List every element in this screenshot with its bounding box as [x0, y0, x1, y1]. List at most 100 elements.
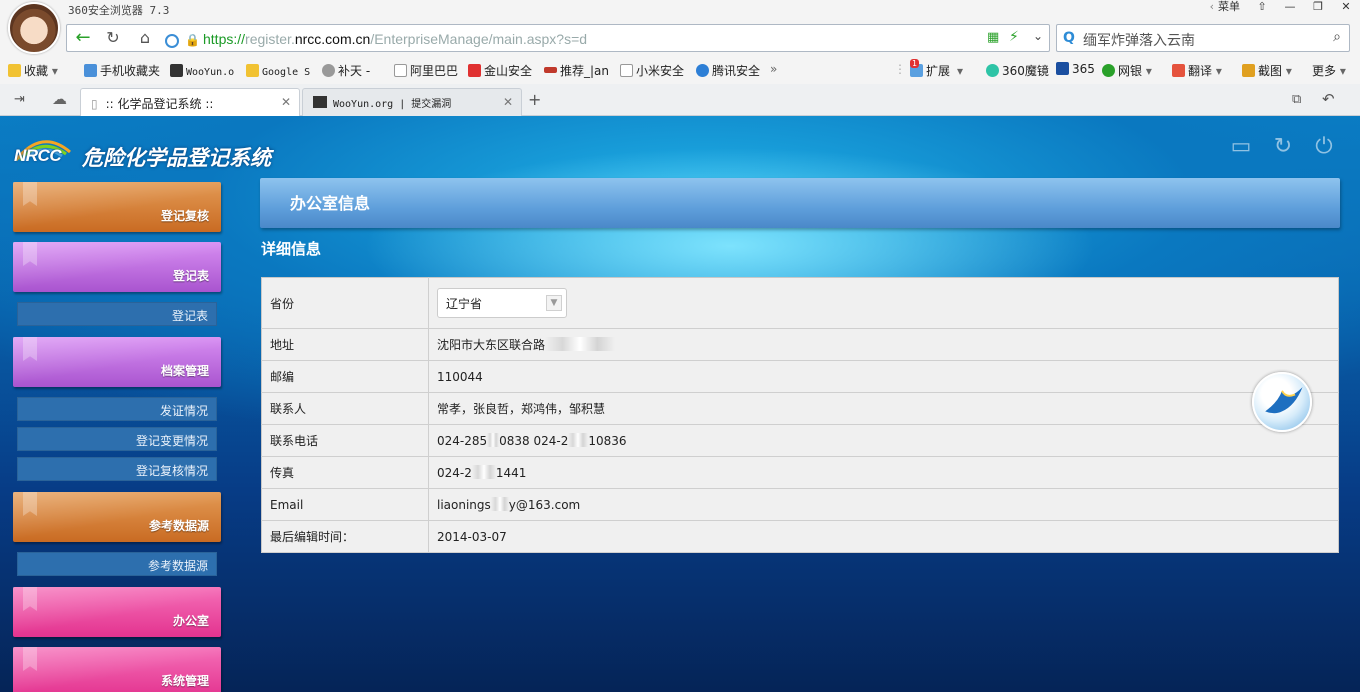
- search-icon[interactable]: ⌕: [1333, 29, 1341, 45]
- section-label: 登记表: [172, 269, 209, 283]
- app-title: 360安全浏览器 7.3: [68, 4, 170, 17]
- site-icon: [165, 34, 179, 48]
- bookmark-mobile[interactable]: 手机收藏夹: [84, 62, 160, 79]
- sidebar-section-archive[interactable]: 档案管理: [13, 337, 221, 387]
- bookmark-wooyun[interactable]: WooYun.o: [170, 64, 234, 78]
- ext-netbank[interactable]: 网银 ▾: [1102, 62, 1152, 79]
- province-select[interactable]: 辽宁省 ▼: [437, 288, 567, 318]
- menu-button[interactable]: ‹ 菜单: [1202, 0, 1248, 14]
- province-cell: 辽宁省 ▼: [428, 277, 1339, 329]
- more-bookmarks-icon[interactable]: »: [770, 62, 777, 76]
- tencent-icon: [696, 64, 709, 77]
- sidebar-section-reference-data[interactable]: 参考数据源: [13, 492, 221, 542]
- sidebar-item-certificates[interactable]: 发证情况: [17, 397, 217, 421]
- phone-icon: [84, 64, 97, 77]
- new-tab-icon[interactable]: +: [528, 90, 541, 109]
- tab-chemical-registration[interactable]: ▯:: 化学品登记系统 :: ✕: [80, 88, 300, 116]
- search-engine-icon[interactable]: Q: [1063, 30, 1075, 46]
- section-label: 档案管理: [160, 364, 209, 378]
- bookmark-butian[interactable]: 补天 -: [322, 62, 370, 79]
- chevron-left-icon: ‹: [1209, 0, 1214, 13]
- restore-tab-icon[interactable]: ↶: [1322, 90, 1335, 108]
- back-arrow-icon[interactable]: ←: [71, 26, 95, 50]
- tab-wooyun[interactable]: WooYun.org | 提交漏洞 ✕: [302, 88, 522, 116]
- ext-extensions[interactable]: 扩展1 ▾: [910, 59, 963, 79]
- ext-more[interactable]: 更多 ▾: [1312, 62, 1346, 79]
- bookmarks-bar: 收藏 ▾ 手机收藏夹 WooYun.o Google S 补天 - 阿里巴巴 金…: [0, 56, 1360, 84]
- close-tab-icon[interactable]: ✕: [503, 95, 513, 109]
- address-value: 沈阳市大东区联合路: [428, 328, 1339, 361]
- ext-translate[interactable]: 翻译 ▾: [1172, 62, 1222, 79]
- sidebar-item-registration-form[interactable]: 登记表: [17, 302, 217, 326]
- page-icon: ▯: [91, 97, 98, 111]
- reload-icon[interactable]: ↻: [101, 26, 125, 50]
- skin-icon[interactable]: ⇧: [1248, 0, 1276, 14]
- bookmark-alibaba[interactable]: 阿里巴巴: [394, 62, 458, 79]
- bookmark-xiaomi[interactable]: 小米安全: [620, 62, 684, 79]
- search-input[interactable]: 缅军炸弹落入云南: [1083, 30, 1195, 50]
- sidebar-toggle-icon[interactable]: ⇥: [14, 92, 25, 107]
- ext-365[interactable]: 365: [1056, 62, 1095, 76]
- chevron-down-icon: ▼: [546, 295, 562, 311]
- address-bar[interactable]: ← ↻ ⌂ 🔒 https://register.nrcc.com.cn/Ent…: [66, 24, 1050, 52]
- floating-assistant-icon[interactable]: [1252, 372, 1312, 432]
- lock-icon: 🔒: [185, 33, 200, 47]
- user-avatar[interactable]: [8, 2, 60, 54]
- contact-label: 联系人: [261, 392, 429, 425]
- butian-icon: [322, 64, 335, 77]
- minimize-button[interactable]: —: [1276, 0, 1304, 14]
- redaction-blur: [490, 497, 509, 511]
- url-path: /EnterpriseManage/main.aspx?s=d: [370, 31, 588, 47]
- province-value: 辽宁省: [446, 297, 483, 311]
- close-button[interactable]: ✕: [1332, 0, 1360, 14]
- ext-360mojing[interactable]: 360魔镜: [986, 62, 1049, 79]
- scissors-icon: [1242, 64, 1255, 77]
- navigation-bar: ← ↻ ⌂ 🔒 https://register.nrcc.com.cn/Ent…: [0, 20, 1360, 56]
- close-tab-icon[interactable]: ✕: [281, 95, 291, 109]
- fax-value: 024-2 1441: [428, 456, 1339, 489]
- email-label: Email: [261, 488, 429, 521]
- tab-bar: ⇥ ☁ ▯:: 化学品登记系统 :: ✕ WooYun.org | 提交漏洞 ✕…: [0, 84, 1360, 116]
- url-text[interactable]: https://register.nrcc.com.cn/EnterpriseM…: [203, 31, 587, 47]
- sidebar-item-reference-data[interactable]: 参考数据源: [17, 552, 217, 576]
- postcode-label: 邮编: [261, 360, 429, 393]
- bookmark-kingsoft[interactable]: 金山安全: [468, 62, 532, 79]
- address-dropdown-icon[interactable]: ⌄: [1033, 29, 1043, 43]
- url-subdomain: register.: [245, 31, 295, 47]
- window-layout-icon[interactable]: ▭: [1228, 134, 1254, 160]
- section-label: 办公室: [172, 614, 209, 628]
- sidebar-section-office[interactable]: 办公室: [13, 587, 221, 637]
- refresh-icon[interactable]: ↻: [1270, 134, 1296, 160]
- bookmark-tencent[interactable]: 腾讯安全: [696, 62, 760, 79]
- separator: ⋮: [894, 62, 906, 76]
- panel-title: 办公室信息: [290, 194, 371, 213]
- url-scheme: https://: [203, 31, 246, 47]
- bookmark-favorites[interactable]: 收藏 ▾: [8, 62, 58, 79]
- section-label: 参考数据源: [148, 519, 209, 533]
- sidebar-section-system-admin[interactable]: 系统管理: [13, 647, 221, 692]
- search-box[interactable]: Q 缅军炸弹落入云南 ⌕: [1056, 24, 1350, 52]
- extension-badge: 1: [910, 59, 920, 68]
- sidebar-section-registration-form[interactable]: 登记表: [13, 242, 221, 292]
- sidebar-item-review-status[interactable]: 登记复核情况: [17, 457, 217, 481]
- table-row: 传真 024-2 1441: [261, 456, 1339, 489]
- redaction-blur: [487, 433, 500, 447]
- fax-label: 传真: [261, 456, 429, 489]
- power-icon[interactable]: ⏻: [1311, 134, 1337, 160]
- email-value: liaonings y@163.com: [428, 488, 1339, 521]
- star-icon: [8, 64, 21, 77]
- speed-mode-icon[interactable]: ⚡: [1009, 29, 1019, 45]
- bookmark-recommend[interactable]: 推荐_|an: [544, 62, 609, 79]
- bookmark-google[interactable]: Google S: [246, 64, 310, 78]
- tab-list-icon[interactable]: ⧉: [1292, 92, 1301, 107]
- cloud-icon[interactable]: ☁: [52, 90, 67, 108]
- maximize-button[interactable]: ❐: [1304, 0, 1332, 14]
- sidebar-section-registration-review[interactable]: 登记复核: [13, 182, 221, 232]
- sidebar-item-registration-changes[interactable]: 登记变更情况: [17, 427, 217, 451]
- qr-code-icon[interactable]: ▦: [987, 30, 999, 45]
- home-icon[interactable]: ⌂: [133, 26, 157, 50]
- updated-label: 最后编辑时间：: [261, 520, 429, 553]
- address-label: 地址: [261, 328, 429, 361]
- ext-screenshot[interactable]: 截图 ▾: [1242, 62, 1292, 79]
- postcode-value: 110044: [428, 360, 1339, 393]
